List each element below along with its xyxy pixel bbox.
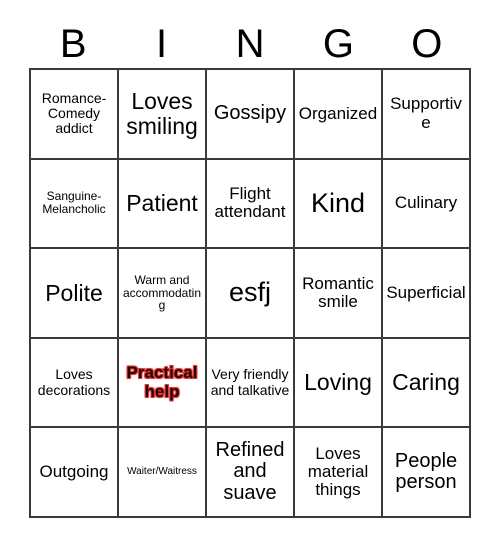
bingo-header-row: B I N G O bbox=[29, 20, 471, 68]
bingo-cell-r1c3[interactable]: Gossipy bbox=[207, 70, 295, 160]
bingo-cell-label: Romance-Comedy addict bbox=[41, 90, 107, 137]
bingo-cell-label: Loves decorations bbox=[37, 366, 111, 398]
bingo-cell-r2c5[interactable]: Culinary bbox=[383, 159, 471, 250]
bingo-cell-label: Caring bbox=[392, 369, 460, 396]
bingo-header-letter-i: I bbox=[156, 22, 168, 66]
bingo-cell-label: Polite bbox=[45, 279, 103, 306]
bingo-cell-r3c2[interactable]: Warm and accommodating bbox=[119, 249, 207, 339]
bingo-cell-label: Practical help bbox=[126, 363, 198, 401]
bingo-header-letter-g: G bbox=[322, 22, 354, 66]
bingo-cell-r2c3[interactable]: Flight attendant bbox=[207, 159, 295, 250]
bingo-cell-label: Loves material things bbox=[307, 443, 369, 500]
bingo-cell-r1c4[interactable]: Organized bbox=[295, 70, 383, 160]
bingo-card: B I N G O Romance-Comedy addict Loves smi… bbox=[0, 0, 500, 544]
bingo-cell-r4c3[interactable]: Very friendly and talkative bbox=[207, 338, 295, 429]
bingo-cell-r5c5[interactable]: People person bbox=[383, 428, 471, 518]
bingo-cell-label: Romantic smile bbox=[302, 273, 374, 311]
bingo-cell-r4c4[interactable]: Loving bbox=[295, 338, 383, 429]
bingo-cell-r5c4[interactable]: Loves material things bbox=[295, 428, 383, 518]
bingo-cell-r2c4[interactable]: Kind bbox=[295, 159, 383, 250]
bingo-cell-r5c2[interactable]: Waiter/Waitress bbox=[119, 428, 207, 518]
bingo-cell-r3c3[interactable]: esfj bbox=[207, 249, 295, 339]
bingo-cell-r4c5[interactable]: Caring bbox=[383, 338, 471, 429]
bingo-cell-label: Loving bbox=[304, 369, 372, 396]
bingo-header-letter-o: O bbox=[411, 22, 443, 66]
bingo-cell-label: Loves smiling bbox=[126, 87, 198, 139]
bingo-cell-label: Organized bbox=[298, 103, 378, 123]
bingo-cell-label: Supportive bbox=[390, 94, 462, 132]
bingo-cell-label: Flight attendant bbox=[214, 184, 286, 222]
bingo-cell-r1c1[interactable]: Romance-Comedy addict bbox=[31, 70, 119, 160]
bingo-cell-r5c1[interactable]: Outgoing bbox=[31, 428, 119, 518]
bingo-cell-r3c1[interactable]: Polite bbox=[31, 249, 119, 339]
bingo-cell-r2c1[interactable]: Sanguine-Melancholic bbox=[31, 159, 119, 250]
bingo-cell-label: Refined and suave bbox=[215, 438, 285, 504]
bingo-cell-r1c5[interactable]: Supportive bbox=[383, 70, 471, 160]
bingo-cell-label: Superficial bbox=[386, 282, 466, 302]
bingo-cell-r4c1[interactable]: Loves decorations bbox=[31, 338, 119, 429]
bingo-cell-label: People person bbox=[394, 449, 458, 494]
bingo-cell-r4c2[interactable]: Practical help bbox=[119, 338, 207, 429]
bingo-cell-label: Very friendly and talkative bbox=[210, 366, 290, 398]
bingo-cell-r3c5[interactable]: Superficial bbox=[383, 249, 471, 339]
bingo-cell-label: Culinary bbox=[394, 193, 458, 213]
bingo-header-letter-b: B bbox=[59, 22, 87, 66]
bingo-header-letter-n: N bbox=[235, 22, 265, 66]
bingo-cell-r5c3[interactable]: Refined and suave bbox=[207, 428, 295, 518]
bingo-cell-r3c4[interactable]: Romantic smile bbox=[295, 249, 383, 339]
bingo-cell-label: Waiter/Waitress bbox=[127, 465, 197, 477]
bingo-cell-r1c2[interactable]: Loves smiling bbox=[119, 70, 207, 160]
bingo-cell-label: esfj bbox=[228, 277, 272, 308]
bingo-cell-label: Warm and accommodating bbox=[122, 272, 202, 313]
bingo-cell-r2c2[interactable]: Patient bbox=[119, 159, 207, 250]
bingo-cell-label: Sanguine-Melancholic bbox=[42, 189, 106, 217]
bingo-cell-label: Outgoing bbox=[39, 462, 109, 481]
bingo-cell-label: Patient bbox=[126, 189, 198, 216]
bingo-cell-label: Kind bbox=[310, 187, 366, 218]
bingo-grid: Romance-Comedy addict Loves smiling Gossip… bbox=[29, 68, 471, 518]
bingo-cell-label: Gossipy bbox=[213, 102, 287, 124]
